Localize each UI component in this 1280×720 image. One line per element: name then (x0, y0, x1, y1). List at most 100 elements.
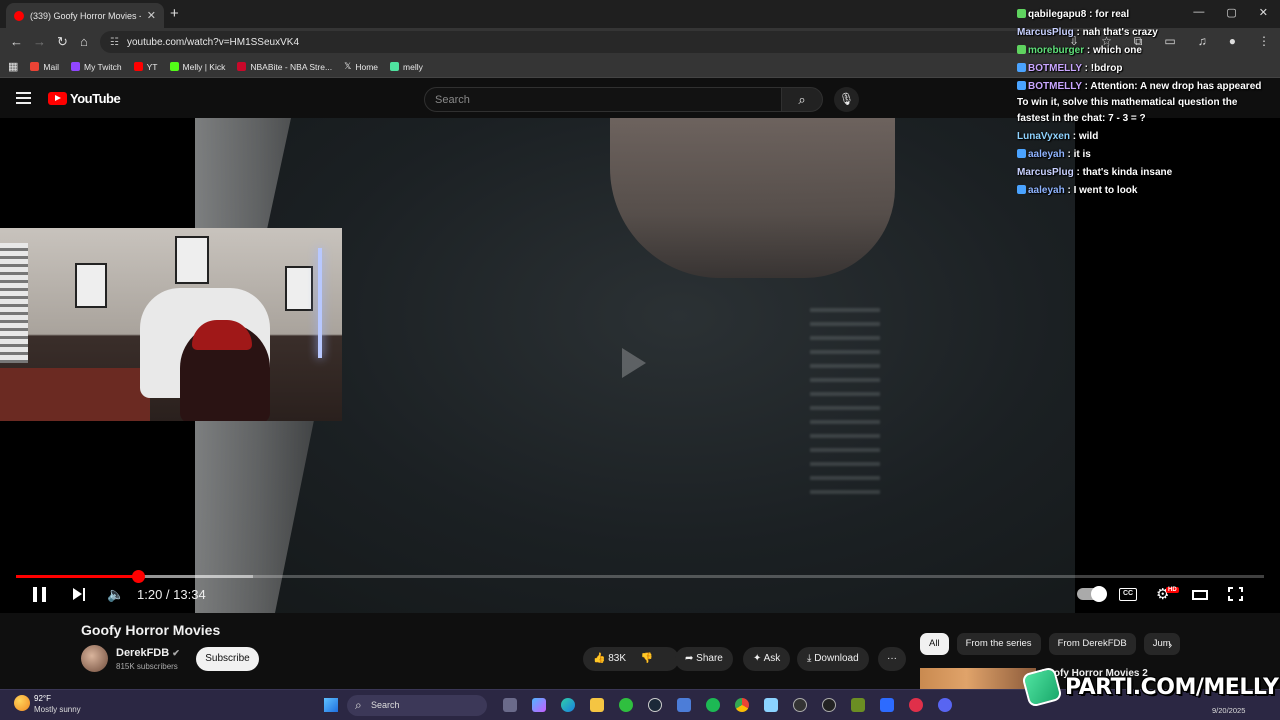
channel-name-text: DerekFDB (116, 647, 170, 659)
theater-mode-button[interactable] (1192, 590, 1208, 600)
tab-close-icon[interactable]: ✕ (147, 9, 156, 22)
dislike-button[interactable]: 👎 (641, 653, 653, 664)
next-video-button[interactable] (73, 587, 87, 602)
chat-badge-icon (1017, 185, 1026, 194)
voice-search-button[interactable]: 🎙 (834, 87, 859, 112)
played-bar (16, 575, 139, 578)
chat-username: BOTMELLY (1028, 63, 1082, 74)
search-input[interactable]: Search (424, 87, 782, 112)
weather-condition[interactable]: Mostly sunny (34, 705, 81, 714)
video-progress-bar[interactable] (16, 570, 1264, 583)
bookmark-nbabite[interactable]: NBABite - NBA Stre... (237, 62, 332, 72)
ask-button[interactable]: ✦ Ask (743, 647, 791, 671)
bookmark-label: Home (355, 61, 379, 72)
bookmark-melly-kick[interactable]: Melly | Kick (169, 62, 225, 72)
chat-badge-icon (1017, 9, 1026, 18)
chip-from-derekfdb[interactable]: From DerekFDB (1048, 633, 1136, 655)
forward-arrow-icon[interactable]: → (33, 34, 46, 49)
chat-text: nah that's crazy (1082, 27, 1158, 38)
download-button[interactable]: ⤓ Download (797, 647, 869, 671)
chat-username: moreburger (1028, 45, 1085, 56)
captions-button[interactable]: CC (1119, 588, 1137, 601)
chat-text: that's kinda insane (1082, 167, 1173, 178)
browser-tab[interactable]: (339) Goofy Horror Movies - Yo ✕ (6, 3, 164, 28)
like-button[interactable]: 👍 83K (593, 653, 626, 664)
weather-sun-icon[interactable] (14, 695, 30, 711)
weather-temperature[interactable]: 92°F (34, 694, 51, 703)
chrome-icon[interactable] (735, 698, 749, 712)
video-scene-falling-grains (810, 308, 880, 498)
bookmark-home[interactable]: 𝕏 Home (344, 61, 378, 72)
webcam-poster (285, 266, 313, 311)
files-icon[interactable] (503, 698, 517, 712)
taskbar-date[interactable]: 9/20/2025 (1212, 706, 1245, 715)
xbox-icon[interactable] (619, 698, 633, 712)
copilot-icon[interactable] (532, 698, 546, 712)
recommended-video-thumbnail[interactable] (920, 668, 1036, 690)
chip-from-the-series[interactable]: From the series (956, 633, 1041, 655)
share-button[interactable]: ➦ Share (675, 647, 733, 671)
twitch-icon (71, 62, 80, 71)
bookmark-yt[interactable]: YT (133, 62, 158, 72)
discord-icon[interactable] (938, 698, 952, 712)
new-tab-button[interactable]: + (170, 5, 179, 22)
windows-start-icon[interactable] (324, 698, 338, 712)
edge-icon[interactable] (561, 698, 575, 712)
chat-text: for real (1095, 9, 1130, 20)
app-icon[interactable] (822, 698, 836, 712)
steam-icon[interactable] (648, 698, 662, 712)
menu-hamburger-icon[interactable] (16, 92, 31, 104)
gmail-icon (30, 62, 40, 71)
chevron-right-icon[interactable]: › (1168, 637, 1172, 652)
bookmark-my-twitch[interactable]: My Twitch (71, 62, 122, 72)
chat-message: aaleyah : I went to look (1017, 183, 1272, 199)
bookmark-melly[interactable]: melly (390, 62, 423, 72)
taskbar-search[interactable]: Search (347, 695, 487, 716)
video-title: Goofy Horror Movies (81, 622, 221, 638)
more-actions-button[interactable]: ··· (878, 647, 906, 671)
fullscreen-button[interactable] (1227, 586, 1244, 602)
apps-grid-icon[interactable]: ▦ (8, 60, 18, 73)
channel-name[interactable]: DerekFDB ✔ (116, 647, 180, 659)
generic-icon[interactable] (880, 698, 894, 712)
chat-username: LunaVyxen (1017, 131, 1070, 142)
chip-jump[interactable]: Jum (1143, 633, 1180, 655)
media-icon[interactable] (764, 698, 778, 712)
obs-icon[interactable] (793, 698, 807, 712)
back-arrow-icon[interactable]: ← (10, 34, 23, 49)
center-play-icon[interactable] (622, 348, 646, 378)
minecraft-icon[interactable] (851, 698, 865, 712)
spotify-icon[interactable] (706, 698, 720, 712)
reload-icon[interactable]: ↻ (57, 34, 68, 50)
search-button[interactable]: ⌕ (781, 87, 823, 112)
youtube-logo[interactable]: YouTube (48, 91, 121, 106)
folder-icon[interactable] (590, 698, 604, 712)
site-info-icon[interactable]: ☷ (110, 37, 119, 48)
channel-avatar[interactable] (81, 645, 108, 672)
subscribe-button[interactable]: Subscribe (196, 647, 259, 671)
volume-icon[interactable]: 🔈 (107, 586, 124, 603)
pause-button[interactable] (33, 587, 46, 602)
chip-all[interactable]: All (920, 633, 949, 655)
bookmark-label: Mail (43, 61, 59, 72)
bookmark-label: melly (403, 61, 423, 72)
chat-message: MarcusPlug : nah that's crazy (1017, 27, 1158, 38)
youtube-play-logo-icon (48, 92, 67, 105)
address-bar[interactable]: ☷ youtube.com/watch?v=HM1SSeuxVK4 (100, 31, 1100, 53)
ask-label: Ask (763, 653, 781, 664)
webcam-poster (75, 263, 107, 308)
youtube-logo-text: YouTube (70, 91, 121, 106)
download-icon: ⤓ (807, 653, 812, 664)
parti-logo-icon (1021, 666, 1063, 708)
chat-username: aaleyah (1028, 185, 1065, 196)
youtube-favicon-icon (14, 10, 24, 21)
search-icon: ⌕ (798, 92, 806, 107)
store-icon[interactable] (677, 698, 691, 712)
like-dislike-group: 👍 83K 👎 (583, 647, 679, 671)
chat-username: aaleyah (1028, 149, 1065, 160)
riot-icon[interactable] (909, 698, 923, 712)
chat-message: LunaVyxen : wild (1017, 131, 1099, 142)
bookmark-mail[interactable]: Mail (30, 62, 59, 72)
home-icon[interactable]: ⌂ (80, 34, 88, 49)
autoplay-toggle[interactable] (1077, 586, 1107, 602)
